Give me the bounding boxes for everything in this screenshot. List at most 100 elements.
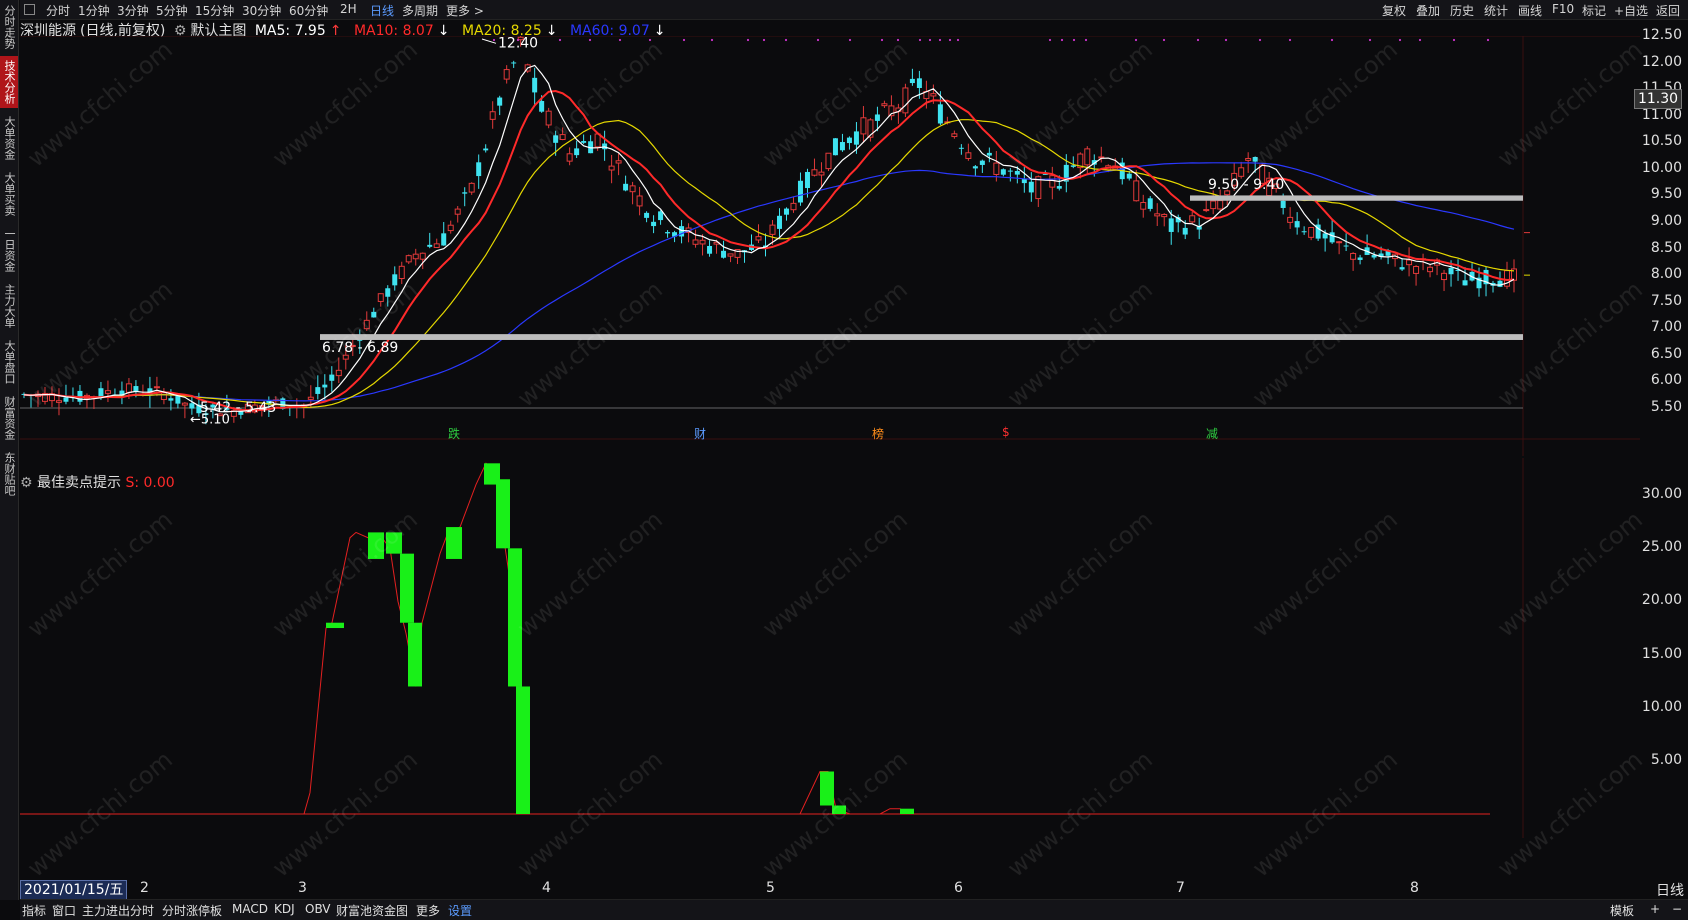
candle-body xyxy=(930,93,937,97)
candle-body xyxy=(951,133,958,138)
candle-body xyxy=(1168,218,1174,232)
signal-dot xyxy=(1060,38,1064,42)
zone-mid-label: 6.78 - 6.89 xyxy=(322,340,398,356)
ind-signal-curve xyxy=(20,462,1490,815)
zoom-in-button[interactable]: + xyxy=(1650,902,1660,916)
tab-more-indicators[interactable]: 更多 xyxy=(416,902,440,919)
candle-body xyxy=(790,202,797,211)
tab-3min[interactable]: 3分钟 xyxy=(117,2,149,19)
signal-dot xyxy=(1398,38,1402,42)
tab-main-flow[interactable]: 主力进出分时 xyxy=(82,902,154,919)
zoom-out-button[interactable]: − xyxy=(1672,902,1682,916)
candle-body xyxy=(797,180,803,203)
tab-multi-period[interactable]: 多周期 xyxy=(402,2,438,19)
sidebar-item-big-order-trade[interactable]: 大单买卖 xyxy=(0,168,18,220)
candle-body xyxy=(1427,266,1434,273)
tab-wealth-pool[interactable]: 财富池资金图 xyxy=(336,902,408,919)
tab-intraday[interactable]: 分时 xyxy=(46,2,70,19)
tab-2h[interactable]: 2H xyxy=(340,2,357,16)
signal-dot xyxy=(1418,38,1422,42)
candle-body xyxy=(307,396,314,400)
tab-30min[interactable]: 30分钟 xyxy=(242,2,281,19)
tab-kdj[interactable]: KDJ xyxy=(274,902,295,916)
toolbar-toggle-icon[interactable] xyxy=(24,4,35,15)
tab-daily[interactable]: 日线 xyxy=(370,2,394,19)
btn-f10[interactable]: F10 xyxy=(1552,2,1574,16)
tab-limit-up[interactable]: 分时涨停板 xyxy=(162,902,222,919)
candle-body xyxy=(1462,280,1468,286)
tab-macd[interactable]: MACD xyxy=(232,902,268,916)
btn-history[interactable]: 历史 xyxy=(1450,2,1474,19)
indicator-tick-label: 5.00 xyxy=(1650,751,1682,768)
ind-signal-bar xyxy=(386,532,402,554)
signal-dot xyxy=(848,38,852,42)
btn-stats[interactable]: 统计 xyxy=(1484,2,1508,19)
tab-more[interactable]: 更多 > xyxy=(446,2,484,19)
candle-body xyxy=(476,162,482,177)
candle-body xyxy=(532,77,538,93)
signal-dot xyxy=(816,38,820,42)
btn-back[interactable]: 返回 xyxy=(1656,2,1680,19)
btn-mark[interactable]: 标记 xyxy=(1582,2,1606,19)
sidebar-item-main-big-order[interactable]: 主力大单 xyxy=(0,280,18,332)
signal-dot xyxy=(492,38,496,42)
template-button[interactable]: 模板 xyxy=(1610,902,1634,919)
sidebar-item-forum[interactable]: 东财贴吧 xyxy=(0,448,18,500)
candlestick-chart[interactable]: 12.406.78 - 6.899.50 - 9.405.42 - 5.43←5… xyxy=(20,36,1640,456)
sidebar-item-wealth-funds[interactable]: 财富资金 xyxy=(0,392,18,444)
tab-60min[interactable]: 60分钟 xyxy=(289,2,328,19)
indicator-chart[interactable] xyxy=(20,458,1640,878)
candle-body xyxy=(1308,227,1315,238)
tab-5min[interactable]: 5分钟 xyxy=(156,2,188,19)
tab-15min[interactable]: 15分钟 xyxy=(195,2,234,19)
candle-body xyxy=(608,165,615,171)
price-tick-label: 9.50 xyxy=(1650,186,1682,203)
candle-body xyxy=(1140,202,1147,210)
sidebar-item-big-order-funds[interactable]: 大单资金 xyxy=(0,112,18,164)
candle-body xyxy=(1287,216,1294,223)
candle-body xyxy=(392,274,398,286)
candle-body xyxy=(1070,165,1076,167)
btn-draw[interactable]: 画线 xyxy=(1518,2,1542,19)
tab-indicator[interactable]: 指标 xyxy=(22,902,46,919)
candle-body xyxy=(1441,272,1448,281)
signal-dot xyxy=(938,38,942,42)
ind-signal-bar xyxy=(368,532,384,559)
candle-body xyxy=(1413,266,1420,274)
candle-body xyxy=(881,103,888,107)
event-mark: 榜 xyxy=(872,427,885,441)
time-tick-label: 6 xyxy=(954,880,963,896)
tab-obv[interactable]: OBV xyxy=(305,902,331,916)
tab-settings[interactable]: 设置 xyxy=(448,902,472,919)
signal-dot xyxy=(588,38,592,42)
sidebar-item-daily-funds[interactable]: 一日资金 xyxy=(0,224,18,276)
tab-1min[interactable]: 1分钟 xyxy=(78,2,110,19)
ind-signal-bar xyxy=(408,622,422,687)
time-axis: 2 3 4 5 6 7 8 xyxy=(20,880,1640,897)
event-mark: 跌 xyxy=(448,427,461,441)
candle-body xyxy=(1189,215,1196,223)
candle-body xyxy=(909,78,915,84)
zone-mid-band xyxy=(320,334,1523,340)
time-tick-label: 4 xyxy=(542,880,551,896)
btn-overlay[interactable]: 叠加 xyxy=(1416,2,1440,19)
sidebar-item-order-book[interactable]: 大单盘口 xyxy=(0,336,18,388)
btn-adjust[interactable]: 复权 xyxy=(1382,2,1406,19)
btn-add-watchlist[interactable]: +自选 xyxy=(1614,2,1648,19)
candle-body xyxy=(658,211,664,221)
candle-body xyxy=(1182,227,1188,235)
signal-dot xyxy=(1486,38,1490,42)
tab-window[interactable]: 窗口 xyxy=(52,902,76,919)
candle-body xyxy=(497,97,503,106)
sidebar-item-intraday[interactable]: 分时走势 xyxy=(0,2,18,52)
signal-dot xyxy=(1048,38,1052,42)
candle-body xyxy=(168,398,174,401)
signal-dot xyxy=(1330,38,1334,42)
candle-body xyxy=(566,153,573,162)
sidebar-item-technical[interactable]: 技术分析 xyxy=(0,56,18,108)
candle-body xyxy=(125,383,132,393)
signal-dot xyxy=(948,38,952,42)
ind-signal-bar xyxy=(900,808,914,814)
candle-body xyxy=(755,236,762,241)
candle-body xyxy=(853,131,859,145)
